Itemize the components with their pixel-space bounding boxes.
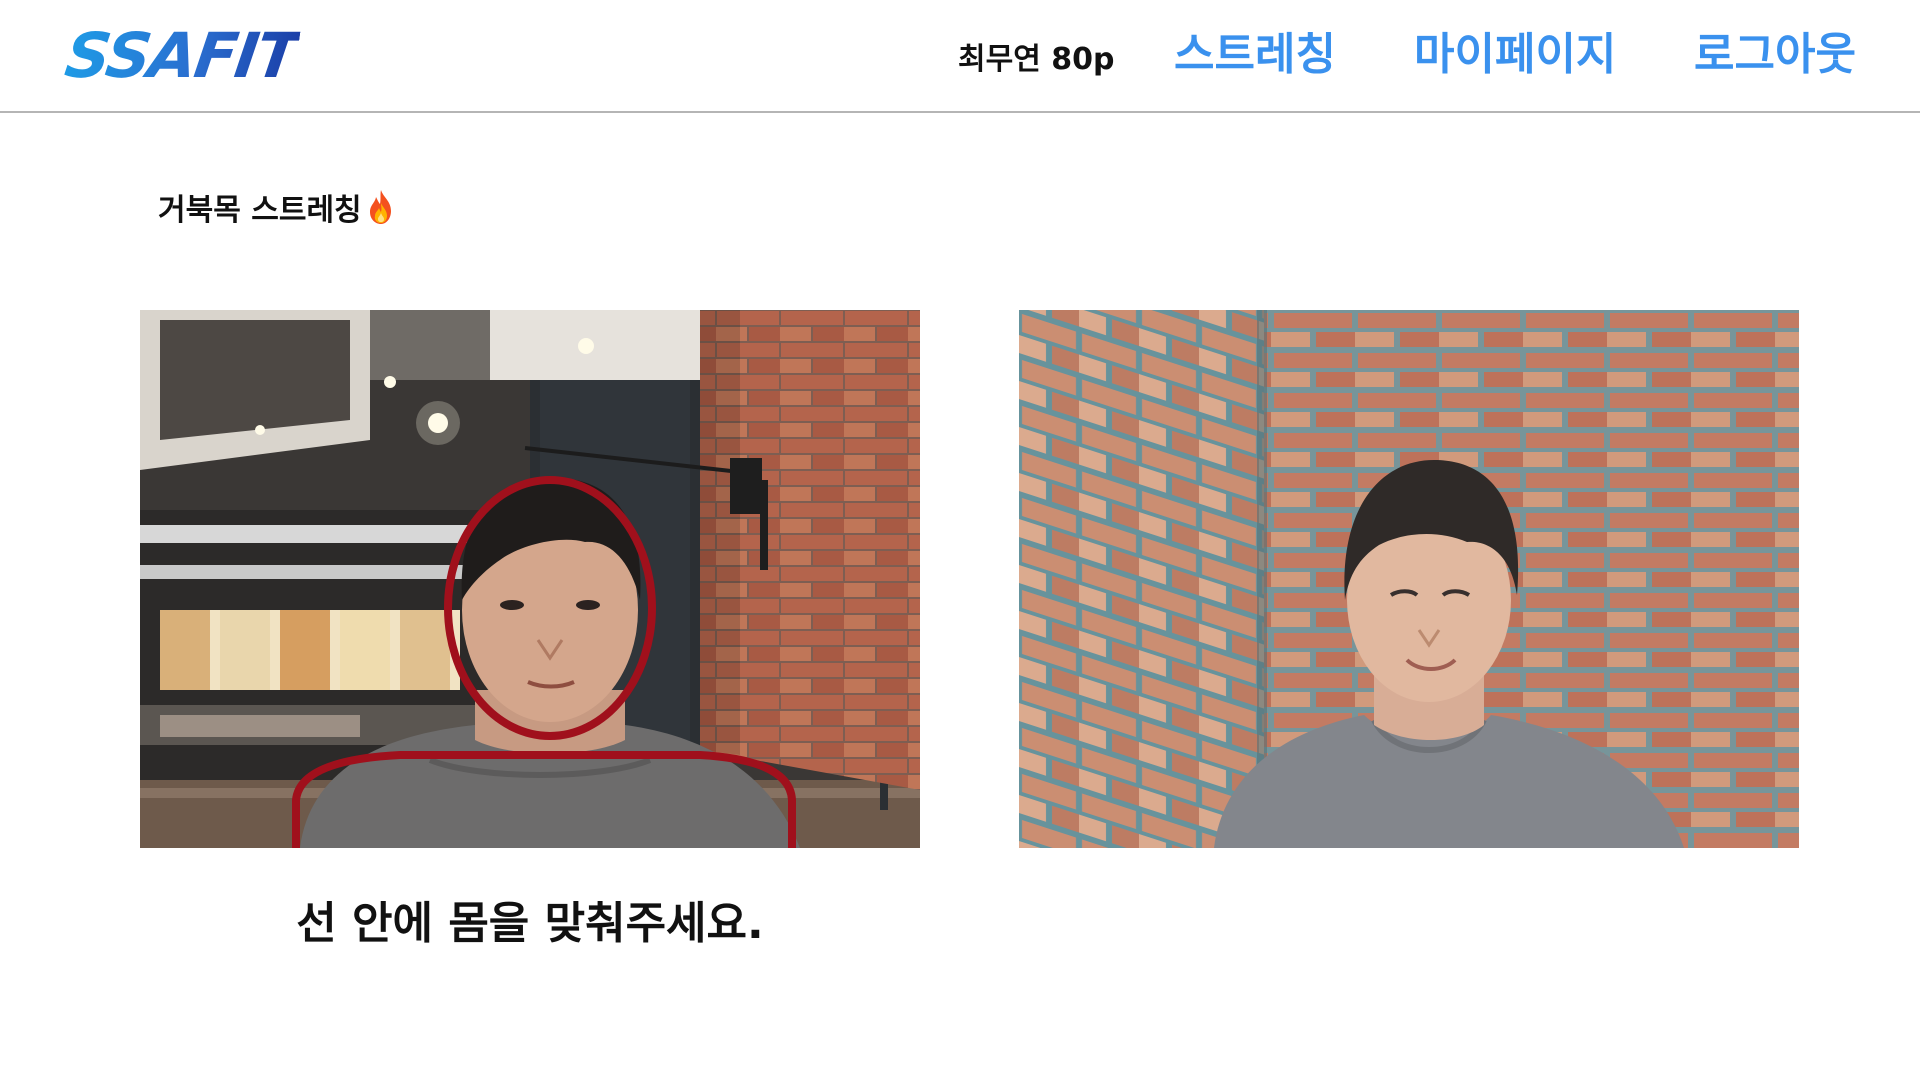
page-title: 거북목 스트레칭 [158, 186, 396, 236]
pose-guide-text: 선 안에 몸을 맞춰주세요. [296, 898, 764, 949]
webcam-image-right [1019, 310, 1799, 848]
nav-stretch-link[interactable]: 스트레칭 [1174, 24, 1336, 86]
page-title-text: 거북목 스트레칭 [158, 193, 362, 228]
user-name-points: 최무연 80p [958, 42, 1115, 77]
top-navbar: SSAFIT 최무연 80p 스트레칭 마이페이지 로그아웃 [0, 0, 1920, 113]
webcam-feed-guide [140, 310, 920, 848]
ssafit-logo[interactable]: SSAFIT [60, 16, 302, 96]
webcam-image-left [140, 310, 920, 848]
nav-logout-link[interactable]: 로그아웃 [1694, 24, 1856, 86]
fire-icon [369, 190, 391, 224]
webcam-feed-user [1019, 310, 1799, 848]
nav-mypage-link[interactable]: 마이페이지 [1414, 24, 1616, 86]
